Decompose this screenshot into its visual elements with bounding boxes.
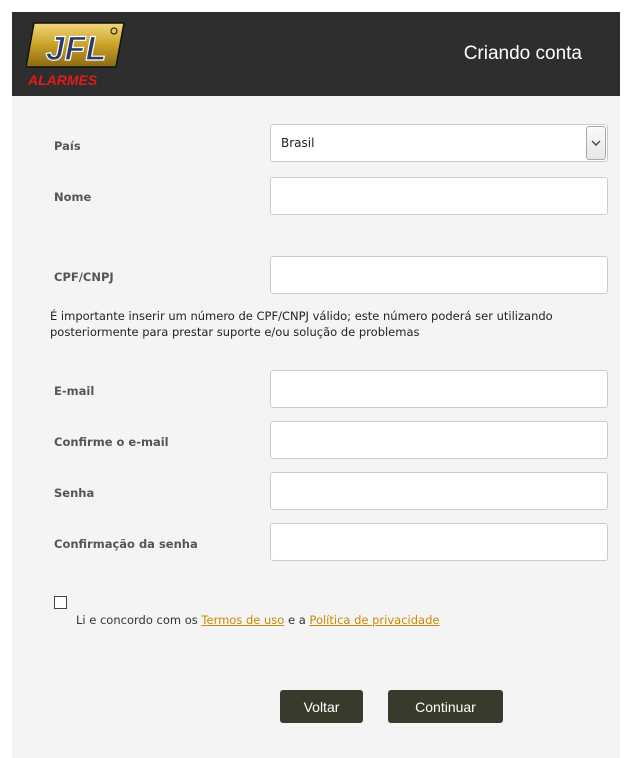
page-title: Criando conta (463, 43, 582, 64)
country-label: País (54, 139, 81, 153)
terms-middle: e a (284, 613, 310, 627)
app-header: JFL ALARMES Criando conta (12, 12, 620, 96)
name-label: Nome (54, 190, 92, 204)
email-confirm-input[interactable] (270, 421, 608, 459)
email-input[interactable] (270, 370, 608, 408)
cpf-input[interactable] (270, 256, 608, 294)
privacy-policy-link[interactable]: Política de privacidade (309, 613, 439, 627)
signup-form: País Brasil Nome CPF/CNPJ É importante i… (12, 96, 620, 758)
password-label: Senha (54, 486, 95, 500)
svg-text:ALARMES: ALARMES (27, 72, 98, 88)
password-input[interactable] (270, 472, 608, 510)
chevron-down-icon[interactable] (586, 126, 606, 160)
terms-of-use-link[interactable]: Termos de uso (201, 613, 284, 627)
password-confirm-input[interactable] (270, 523, 608, 561)
terms-checkbox[interactable] (54, 596, 67, 609)
svg-text:JFL: JFL (46, 30, 106, 68)
email-confirm-label: Confirme o e-mail (54, 435, 169, 449)
country-select[interactable]: Brasil (270, 124, 608, 162)
continue-button[interactable]: Continuar (388, 690, 503, 723)
country-select-value: Brasil (281, 136, 315, 150)
terms-text: Li e concordo com os Termos de uso e a P… (76, 613, 439, 627)
cpf-label: CPF/CNPJ (54, 270, 114, 284)
back-button[interactable]: Voltar (280, 690, 363, 723)
name-input[interactable] (270, 177, 608, 215)
password-confirm-label: Confirmação da senha (54, 537, 198, 551)
terms-prefix: Li e concordo com os (76, 613, 202, 627)
jfl-alarmes-logo: JFL ALARMES (26, 22, 125, 88)
email-label: E-mail (54, 384, 95, 398)
cpf-info-text: É importante inserir um número de CPF/CN… (50, 309, 553, 339)
